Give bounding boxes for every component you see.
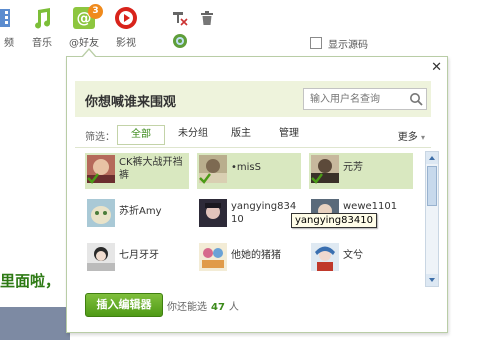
filter-tab-all[interactable]: 全部 [117,125,165,145]
checkmark-icon [199,173,211,184]
avatar [199,199,227,227]
friend-item[interactable]: CK裤大战开裆裤 [85,153,189,189]
friend-item[interactable]: 苏折Amy [85,197,189,233]
search-icon[interactable] [409,92,423,106]
friend-item[interactable]: 他她的猪猪 [197,241,301,277]
remaining-prefix: 你还能选 [167,302,207,313]
scroll-thumb[interactable] [427,166,437,206]
toolbar-at-friend-button[interactable]: @ 3 @好友 [64,4,104,49]
friend-item[interactable]: 元芳 [309,153,413,189]
filter-tab-ungrouped[interactable]: 未分组 [169,125,217,143]
toolbar-music-button[interactable]: 音乐 [22,6,62,49]
friend-name: wewe1101 [343,201,398,212]
username-tooltip: yangying83410 [291,213,377,228]
avatar [199,243,227,271]
play-icon [115,7,137,29]
friend-name: •misS [231,162,261,173]
remaining-count-text: 你还能选 47 人 [167,298,239,313]
checkmark-icon [311,173,323,184]
toolbar-movie-button[interactable]: 影视 [106,6,146,49]
user-search-input[interactable] [304,89,410,109]
film-icon [0,9,10,27]
divider [75,147,431,148]
friend-list-scrollbar[interactable] [425,151,439,287]
toolbar-movie-label: 影视 [116,38,136,49]
filter-label: 筛选： [85,132,115,143]
notification-badge: 3 [88,4,103,19]
toolbar-at-friend-label: @好友 [69,38,99,49]
checkmark-icon [87,173,99,184]
toolbar-music-label: 音乐 [32,38,52,49]
chevron-up-icon [429,156,435,160]
music-note-icon [35,8,51,29]
toolbar-video-button[interactable]: 频 [0,6,20,49]
friend-name: 七月牙牙 [119,250,159,261]
image-icon[interactable] [172,33,188,49]
friend-item[interactable]: •misS [197,153,301,189]
avatar [87,243,115,271]
format-clear-icon[interactable] [172,10,188,26]
avatar [87,199,115,227]
popup-title: 你想喊谁来围观 [85,95,177,110]
chevron-down-icon: ▾ [420,133,425,142]
filter-tab-moderator[interactable]: 版主 [225,125,257,143]
friend-item[interactable]: yangying83410 [197,197,301,233]
insert-editor-button[interactable]: 插入编辑器 [85,293,163,317]
mention-friends-popup: ✕ 你想喊谁来围观 筛选： 全部 未分组 版主 管理 更多 ▾ CK裤大战开裆裤 [66,48,448,333]
show-source-toggle[interactable]: 显示源码 [310,36,368,51]
chevron-down-icon [429,278,435,282]
avatar [311,243,339,271]
friend-name: 元芳 [343,162,363,173]
filter-bar: 筛选： 全部 未分组 版主 管理 更多 ▾ [85,125,435,145]
friend-name: CK裤大战开裆裤 [119,157,183,181]
scroll-down-button[interactable] [426,274,438,286]
friend-name: 苏折Amy [119,206,162,217]
show-source-checkbox[interactable] [310,37,322,49]
friend-name: 文兮 [343,250,363,261]
bottom-image-strip [0,307,70,340]
toolbar-video-label: 频 [4,38,14,49]
remaining-suffix: 人 [228,302,239,313]
filter-tab-admin[interactable]: 管理 [273,125,305,143]
remaining-count: 47 [211,302,225,313]
trash-icon[interactable] [199,10,215,26]
show-source-label: 显示源码 [328,40,368,51]
friend-name: 他她的猪猪 [231,250,281,261]
editor-toolbar: 频 音乐 @ 3 @好友 影视 显示源码 [0,0,500,56]
popup-header: 你想喊谁来围观 [75,81,431,117]
more-filters-dropdown[interactable]: 更多 ▾ [398,128,425,143]
editor-content-text: 里面啦， [0,272,61,290]
scroll-up-button[interactable] [426,152,438,164]
user-search-box [303,88,427,110]
close-icon[interactable]: ✕ [431,60,442,75]
friend-item[interactable]: 文兮 [309,241,413,277]
more-label: 更多 [397,132,418,143]
friend-item[interactable]: 七月牙牙 [85,241,189,277]
